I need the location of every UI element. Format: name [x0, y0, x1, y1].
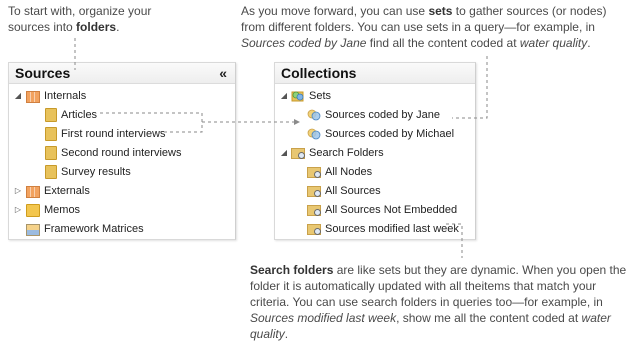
connector-sets-note — [452, 56, 488, 119]
arrowhead-icon — [294, 119, 300, 125]
connector-search-folders-note — [446, 223, 463, 258]
connector-sources-bracket — [100, 112, 203, 133]
connector-lines — [74, 38, 488, 258]
